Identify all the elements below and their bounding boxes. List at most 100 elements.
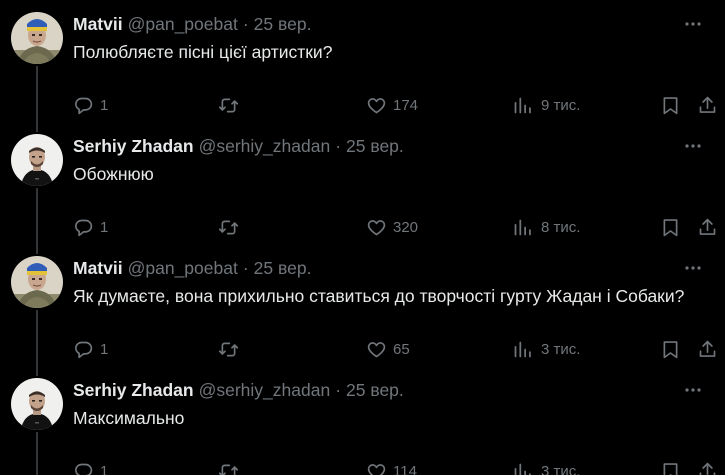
views-bar-chart-icon — [512, 217, 533, 238]
reply-count: 1 — [100, 463, 109, 475]
tweet[interactable]: Matvii @pan_poebat · 25 вер. Як думаєте,… — [0, 256, 725, 366]
reply-icon — [73, 217, 94, 238]
retweet-icon — [218, 339, 239, 360]
share-button[interactable] — [697, 461, 718, 475]
author-handle[interactable]: @serhiy_zhadan — [199, 136, 331, 157]
author-handle[interactable]: @serhiy_zhadan — [199, 380, 331, 401]
more-dots-icon[interactable] — [683, 380, 703, 400]
bookmark-button[interactable] — [660, 217, 681, 238]
tweet-text: Полюбляєте пісні цієї артистки? — [73, 42, 333, 62]
like-button[interactable]: 174 — [366, 95, 418, 116]
tweet-header: Serhiy Zhadan @serhiy_zhadan · 25 вер. — [73, 378, 404, 402]
share-icon — [697, 95, 718, 116]
tweet[interactable]: Matvii @pan_poebat · 25 вер. Полюбляєте … — [0, 12, 725, 122]
retweet-button[interactable] — [218, 339, 239, 360]
view-count: 3 тис. — [541, 463, 581, 475]
views-button[interactable]: 3 тис. — [512, 339, 580, 360]
heart-icon — [366, 217, 387, 238]
tweet[interactable]: Serhiy Zhadan @serhiy_zhadan · 25 вер. М… — [0, 378, 725, 475]
heart-icon — [366, 461, 387, 475]
share-icon — [697, 339, 718, 360]
avatar-zhadan[interactable] — [11, 378, 63, 430]
separator-dot: · — [335, 135, 342, 156]
view-count: 8 тис. — [541, 219, 581, 236]
author-name[interactable]: Serhiy Zhadan — [73, 136, 194, 157]
like-button[interactable]: 320 — [366, 217, 418, 238]
avatar-matvii[interactable] — [11, 12, 63, 64]
retweet-icon — [218, 461, 239, 475]
like-button[interactable]: 114 — [366, 461, 417, 475]
views-bar-chart-icon — [512, 461, 533, 475]
timestamp[interactable]: 25 вер. — [346, 380, 404, 401]
retweet-button[interactable] — [218, 95, 239, 116]
share-button[interactable] — [697, 95, 718, 116]
retweet-button[interactable] — [218, 461, 239, 475]
tweet-text: Обожнюю — [73, 164, 154, 184]
separator-dot: · — [335, 379, 342, 400]
like-count: 320 — [393, 219, 419, 236]
share-button[interactable] — [697, 339, 718, 360]
reply-icon — [73, 339, 94, 360]
tweet[interactable]: Serhiy Zhadan @serhiy_zhadan · 25 вер. О… — [0, 134, 725, 244]
views-button[interactable]: 8 тис. — [512, 217, 580, 238]
heart-icon — [366, 339, 387, 360]
author-name[interactable]: Matvii — [73, 14, 123, 35]
bookmark-button[interactable] — [660, 95, 681, 116]
share-icon — [697, 461, 718, 475]
reply-icon — [73, 95, 94, 116]
reply-icon — [73, 461, 94, 475]
like-count: 174 — [393, 97, 419, 114]
bookmark-icon — [660, 461, 681, 475]
like-count: 114 — [393, 463, 417, 475]
timestamp[interactable]: 25 вер. — [254, 258, 312, 279]
share-icon — [697, 217, 718, 238]
separator-dot: · — [242, 257, 249, 278]
more-dots-icon[interactable] — [683, 136, 703, 156]
author-handle[interactable]: @pan_poebat — [128, 258, 238, 279]
tweet-text: Як думаєте, вона прихильно ставиться до … — [73, 286, 685, 306]
reply-count: 1 — [100, 97, 109, 114]
like-button[interactable]: 65 — [366, 339, 410, 360]
action-bar: 1 65 3 тис. — [0, 339, 725, 363]
share-button[interactable] — [697, 217, 718, 238]
author-handle[interactable]: @pan_poebat — [128, 14, 238, 35]
bookmark-button[interactable] — [660, 461, 681, 475]
author-name[interactable]: Serhiy Zhadan — [73, 380, 194, 401]
tweet-header: Matvii @pan_poebat · 25 вер. — [73, 256, 311, 280]
view-count: 9 тис. — [541, 97, 581, 114]
reply-button[interactable]: 1 — [73, 217, 108, 238]
bookmark-button[interactable] — [660, 339, 681, 360]
more-dots-icon[interactable] — [683, 14, 703, 34]
avatar-zhadan[interactable] — [11, 134, 63, 186]
avatar-matvii[interactable] — [11, 256, 63, 308]
views-bar-chart-icon — [512, 339, 533, 360]
views-button[interactable]: 9 тис. — [512, 95, 580, 116]
reply-count: 1 — [100, 219, 109, 236]
like-count: 65 — [393, 341, 410, 358]
views-bar-chart-icon — [512, 95, 533, 116]
tweet-header: Serhiy Zhadan @serhiy_zhadan · 25 вер. — [73, 134, 404, 158]
retweet-icon — [218, 217, 239, 238]
timestamp[interactable]: 25 вер. — [254, 14, 312, 35]
view-count: 3 тис. — [541, 341, 581, 358]
tweet-header: Matvii @pan_poebat · 25 вер. — [73, 12, 311, 36]
views-button[interactable]: 3 тис. — [512, 461, 580, 475]
reply-button[interactable]: 1 — [73, 461, 108, 475]
action-bar: 1 320 8 тис. — [0, 217, 725, 241]
reply-button[interactable]: 1 — [73, 95, 108, 116]
reply-count: 1 — [100, 341, 109, 358]
timestamp[interactable]: 25 вер. — [346, 136, 404, 157]
bookmark-icon — [660, 339, 681, 360]
heart-icon — [366, 95, 387, 116]
retweet-button[interactable] — [218, 217, 239, 238]
tweet-text: Максимально — [73, 408, 185, 428]
action-bar: 1 174 9 тис. — [0, 95, 725, 119]
bookmark-icon — [660, 95, 681, 116]
reply-button[interactable]: 1 — [73, 339, 108, 360]
retweet-icon — [218, 95, 239, 116]
author-name[interactable]: Matvii — [73, 258, 123, 279]
separator-dot: · — [242, 13, 249, 34]
more-dots-icon[interactable] — [683, 258, 703, 278]
bookmark-icon — [660, 217, 681, 238]
action-bar: 1 114 3 тис. — [0, 461, 725, 475]
